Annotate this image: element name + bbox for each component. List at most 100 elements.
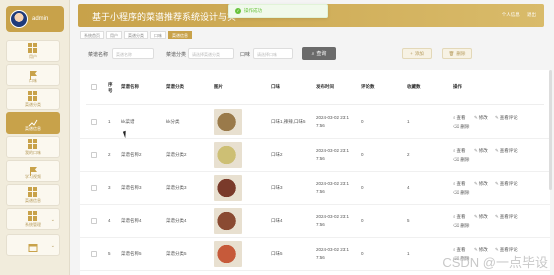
sidebar-item-window[interactable]: ⌄	[6, 234, 60, 256]
search-button[interactable]: ⌕ 查询	[302, 47, 336, 60]
view-comments-button[interactable]: ✎查看评论	[495, 181, 518, 187]
row-delete-button[interactable]: ⌫删除	[453, 223, 469, 229]
tab-taste[interactable]: 口味	[150, 31, 166, 39]
select-all-checkbox[interactable]	[91, 84, 97, 90]
view-button[interactable]: ⌕查看	[453, 181, 466, 187]
publish-time: 2024-03-02 23:1	[316, 247, 350, 252]
scrollbar[interactable]	[549, 70, 552, 190]
view-label: 查看	[456, 181, 466, 186]
view-comments-button[interactable]: ✎查看评论	[495, 115, 518, 121]
row-delete-label: 删除	[460, 124, 470, 129]
edit-button[interactable]: ✎修改	[474, 181, 488, 187]
user-box[interactable]: admin	[6, 6, 64, 32]
sidebar-item-recipes[interactable]: 菜谱信息	[6, 112, 60, 134]
header-time[interactable]: 发布时间	[316, 84, 334, 90]
view-button[interactable]: ⌕查看	[453, 214, 466, 220]
row-checkbox[interactable]	[91, 152, 97, 158]
recipe-category: 菜谱分类4	[166, 218, 187, 223]
recipe-image[interactable]	[214, 142, 242, 168]
success-toast: ✓ 操作成功	[228, 4, 328, 18]
recipe-image[interactable]	[214, 109, 242, 135]
recipe-category: kk分类	[166, 119, 180, 124]
row-delete-button[interactable]: ⌫删除	[453, 157, 469, 163]
window-icon	[28, 240, 38, 252]
tab-home[interactable]: 系统首页	[80, 31, 104, 39]
grid-icon	[28, 90, 38, 101]
row-checkbox[interactable]	[91, 251, 97, 257]
table-row[interactable]: 1 kk菜谱 kk分类 口味1,辣辣,口味5 2024-03-02 23:1 7:56 0 1…	[80, 106, 550, 139]
header-divider	[86, 104, 544, 105]
sidebar-item-label: 学习视频	[25, 173, 41, 179]
grid-icon	[28, 186, 38, 197]
tab-users[interactable]: 用户	[106, 31, 122, 39]
sidebar-item-label: 菜谱分类	[25, 101, 41, 107]
recipe-table: 序号 菜谱名称 菜谱分类 图片 口味 发布时间 评论数 收藏数 操作 1 kk菜谱…	[80, 70, 550, 275]
row-delete-button[interactable]: ⌫删除	[453, 124, 469, 130]
sidebar-item-videos[interactable]: 学习视频	[6, 160, 60, 182]
table-row[interactable]: 4 菜谱名称4 菜谱分类4 口味4 2024-03-02 23:1 7:56 0 5 ⌕查看 ✎修…	[80, 205, 550, 238]
recipe-category: 菜谱分类3	[166, 185, 187, 190]
search-icon: ⌕	[453, 181, 456, 186]
publish-time-2: 7:56	[316, 123, 325, 128]
grid-icon	[28, 210, 38, 221]
add-button[interactable]: + 添加	[402, 48, 432, 59]
row-checkbox[interactable]	[91, 185, 97, 191]
row-checkbox[interactable]	[91, 119, 97, 125]
logout-link[interactable]: 退出	[527, 12, 536, 17]
row-delete-label: 删除	[460, 157, 470, 162]
tab-bar: 系统首页 用户 菜谱分类 口味 菜谱信息	[80, 31, 194, 39]
publish-time-2: 7:56	[316, 222, 325, 227]
row-delete-button[interactable]: ⌫删除	[453, 190, 469, 196]
edit-button[interactable]: ✎修改	[474, 148, 488, 154]
header-name[interactable]: 菜谱名称	[121, 84, 139, 90]
add-button-label: 添加	[414, 50, 424, 56]
header-comments[interactable]: 评论数	[361, 84, 375, 90]
view-button[interactable]: ⌕查看	[453, 115, 466, 121]
view-comments-label: 查看评论	[499, 148, 518, 153]
category-select[interactable]: 请选择菜谱分类	[188, 48, 234, 59]
sidebar-item-system[interactable]: 系统管理 ⌄	[6, 208, 60, 230]
sidebar-item-users[interactable]: 用户	[6, 40, 60, 62]
favorite-count: 4	[407, 185, 410, 190]
header-taste[interactable]: 口味	[271, 84, 280, 90]
recipe-image[interactable]	[214, 175, 242, 201]
profile-link[interactable]: 个人信息	[502, 12, 520, 17]
recipe-image[interactable]	[214, 208, 242, 234]
sidebar-item-category[interactable]: 菜谱分类	[6, 88, 60, 110]
sidebar-item-taste[interactable]: 口味	[6, 64, 60, 86]
taste-select[interactable]: 请选择口味	[253, 48, 293, 59]
table-row[interactable]: 2 菜谱名称2 菜谱分类2 口味2 2024-03-02 23:1 7:56 0 2 ⌕查看 ✎修…	[80, 139, 550, 172]
view-comments-button[interactable]: ✎查看评论	[495, 214, 518, 220]
edit-icon: ✎	[495, 214, 499, 219]
tab-recipe-info[interactable]: 菜谱信息	[168, 31, 192, 39]
edit-button[interactable]: ✎修改	[474, 214, 488, 220]
sidebar-item-label: 系统管理	[25, 221, 41, 227]
category-label: 菜谱分类	[166, 52, 187, 58]
taste-label: 口味	[240, 52, 251, 58]
search-row: 菜谱名称 菜谱名称 菜谱分类 请选择菜谱分类 口味 请选择口味 ⌕ 查询 + 添…	[80, 46, 548, 62]
sidebar-item-recipe-info[interactable]: 菜谱信息	[6, 184, 60, 206]
table-row[interactable]: 3 菜谱名称3 菜谱分类3 口味3 2024-03-02 23:1 7:56 0 4 ⌕查看 ✎修…	[80, 172, 550, 205]
header-favorites[interactable]: 收藏数	[407, 84, 421, 90]
watermark: CSDN @一点毕设	[442, 255, 548, 270]
sidebar-item-my-taste[interactable]: 我的口味	[6, 136, 60, 158]
name-input[interactable]: 菜谱名称	[112, 48, 154, 59]
header-category[interactable]: 菜谱分类	[166, 84, 184, 90]
search-icon: ⌕	[453, 148, 456, 153]
publish-time: 2024-03-02 23:1	[316, 148, 350, 153]
view-button[interactable]: ⌕查看	[453, 148, 466, 154]
row-checkbox[interactable]	[91, 218, 97, 224]
delete-button[interactable]: 🗑 删除	[442, 48, 472, 59]
edit-icon: ✎	[474, 115, 478, 120]
row-delete-label: 删除	[460, 223, 470, 228]
view-comments-button[interactable]: ✎查看评论	[495, 148, 518, 154]
name-label: 菜谱名称	[88, 52, 109, 58]
edit-icon: ✎	[495, 115, 499, 120]
recipe-image[interactable]	[214, 241, 242, 267]
tab-category[interactable]: 菜谱分类	[124, 31, 148, 39]
edit-button[interactable]: ✎修改	[474, 115, 488, 121]
sidebar: admin 用户 口味 菜谱分类 菜谱信息 我的口味 学习视频 菜谱信息 系统管…	[0, 0, 70, 275]
favorite-count: 1	[407, 251, 410, 256]
publish-time: 2024-03-02 23:1	[316, 214, 350, 219]
trash-icon: ⌫	[453, 124, 460, 129]
